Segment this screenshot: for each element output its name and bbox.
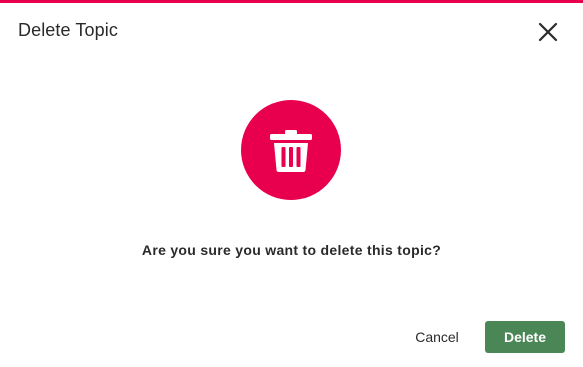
- close-button[interactable]: [534, 18, 562, 46]
- delete-topic-dialog: Delete Topic Are you sure you want to de…: [0, 0, 583, 367]
- cancel-button[interactable]: Cancel: [404, 322, 470, 352]
- close-icon: [538, 22, 558, 42]
- confirmation-message: Are you sure you want to delete this top…: [141, 242, 442, 258]
- trash-icon: [270, 130, 312, 172]
- delete-button[interactable]: Delete: [485, 321, 565, 353]
- trash-icon-badge: [241, 100, 341, 200]
- top-accent-bar: [0, 0, 583, 3]
- dialog-title: Delete Topic: [18, 20, 118, 40]
